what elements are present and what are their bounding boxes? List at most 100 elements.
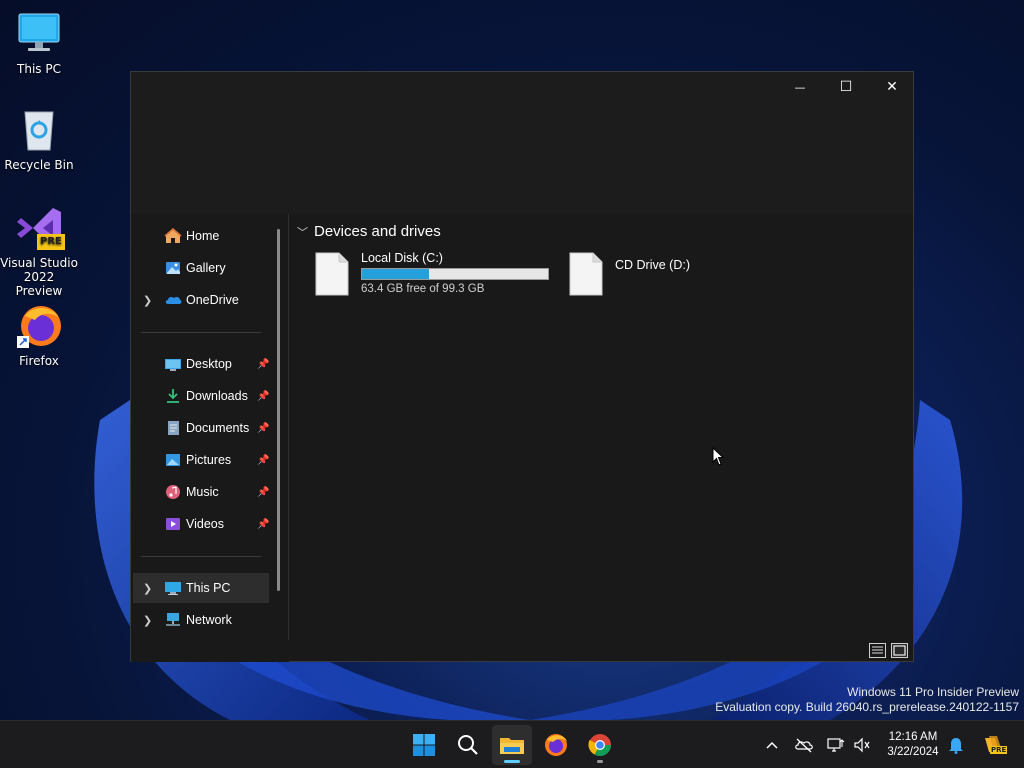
chevron-right-icon[interactable]: ❯: [143, 294, 153, 307]
evaluation-watermark: Windows 11 Pro Insider Preview Evaluatio…: [715, 685, 1019, 715]
drive-local-disk-c[interactable]: Local Disk (C:) 63.4 GB free of 99.3 GB: [315, 250, 555, 298]
active-indicator: [504, 760, 520, 763]
chevron-up-icon: [766, 741, 778, 749]
pane-splitter[interactable]: [288, 214, 289, 640]
nav-item-label: Desktop: [186, 357, 232, 371]
nav-item-desktop[interactable]: Desktop 📌: [133, 349, 269, 379]
home-icon: [164, 228, 182, 244]
nav-item-onedrive[interactable]: ❯ OneDrive: [133, 285, 269, 315]
navigation-pane: Home Gallery ❯ OneDrive Desktop 📌 Downlo…: [131, 214, 289, 662]
clock-date: 3/22/2024: [887, 746, 939, 758]
pin-icon[interactable]: 📌: [257, 359, 269, 370]
tiles-view-icon: [893, 645, 906, 656]
nav-item-gallery[interactable]: Gallery: [133, 253, 269, 283]
nav-item-label: This PC: [186, 581, 231, 595]
pin-icon[interactable]: 📌: [257, 487, 269, 498]
pin-icon[interactable]: 📌: [257, 519, 269, 530]
network-status-button[interactable]: [826, 735, 846, 755]
drive-cd-d[interactable]: CD Drive (D:): [569, 250, 739, 298]
chevron-right-icon[interactable]: ❯: [143, 582, 153, 595]
nav-divider: [141, 556, 261, 557]
tiles-view-button[interactable]: [891, 643, 908, 658]
desktop-icon-firefox[interactable]: Firefox: [0, 302, 78, 368]
chrome-taskbar-button[interactable]: [580, 725, 620, 765]
desktop-icon-label: Firefox: [19, 354, 59, 368]
maximize-icon: ☐: [839, 79, 853, 95]
chrome-icon: [588, 734, 611, 756]
details-view-icon: [872, 646, 883, 654]
taskbar: 12:16 AM 3/22/2024 PRE: [0, 720, 1024, 768]
dev-tray-button[interactable]: PRE: [980, 735, 1008, 755]
onedrive-offline-button[interactable]: [794, 735, 814, 755]
clock[interactable]: 12:16 AM 3/22/2024: [878, 730, 948, 760]
nav-scrollbar[interactable]: [277, 229, 280, 591]
nav-divider: [141, 332, 261, 333]
search-icon: [458, 735, 478, 755]
nav-item-videos[interactable]: Videos 📌: [133, 509, 269, 539]
nav-item-label: Music: [186, 485, 219, 499]
watermark-line-1: Windows 11 Pro Insider Preview: [847, 685, 1019, 699]
volume-button[interactable]: [852, 735, 872, 755]
content-pane: ﹀ Devices and drives Local Disk (C:) 63.…: [291, 214, 913, 640]
picture-icon: [164, 452, 182, 468]
chevron-right-icon[interactable]: ❯: [143, 614, 153, 627]
pin-icon[interactable]: 📌: [257, 391, 269, 402]
search-button[interactable]: [448, 725, 488, 765]
nav-item-pictures[interactable]: Pictures 📌: [133, 445, 269, 475]
nav-item-home[interactable]: Home: [133, 221, 269, 251]
preview-badge: PRE: [990, 746, 1008, 754]
details-view-button[interactable]: [869, 643, 886, 658]
running-indicator: [597, 760, 603, 763]
start-button[interactable]: [404, 725, 444, 765]
title-bar[interactable]: — ☐ ✕: [131, 72, 913, 214]
volume-muted-icon: [854, 737, 870, 753]
notifications-button[interactable]: [946, 735, 966, 755]
group-title: Devices and drives: [314, 223, 441, 240]
nav-item-downloads[interactable]: Downloads 📌: [133, 381, 269, 411]
desktop-icon-this-pc[interactable]: This PC: [0, 10, 78, 76]
chevron-down-icon[interactable]: ﹀: [297, 224, 308, 240]
clock-time: 12:16 AM: [888, 731, 938, 743]
drive-name: Local Disk (C:): [361, 251, 443, 265]
pin-icon[interactable]: 📌: [257, 455, 269, 466]
minimize-button[interactable]: —: [777, 72, 823, 102]
computer-icon: [164, 580, 182, 596]
desktop-icon-label: Recycle Bin: [4, 158, 74, 172]
nav-item-this-pc[interactable]: ❯ This PC: [133, 573, 269, 603]
nav-item-music[interactable]: Music 📌: [133, 477, 269, 507]
show-hidden-icons-button[interactable]: [762, 735, 782, 755]
nav-item-label: Network: [186, 613, 232, 627]
computer-icon: [15, 10, 63, 58]
nav-item-label: OneDrive: [186, 293, 239, 307]
bell-icon: [949, 738, 963, 754]
desktop-icon-visual-studio[interactable]: PRE Visual Studio 2022 Preview: [0, 204, 78, 298]
gallery-icon: [164, 260, 182, 276]
video-icon: [164, 516, 182, 532]
file-icon: [315, 252, 349, 296]
nav-item-label: Pictures: [186, 453, 232, 467]
desktop-icon-label: This PC: [17, 62, 61, 76]
cloud-icon: [164, 292, 182, 308]
maximize-button[interactable]: ☐: [823, 72, 869, 102]
recycle-bin-icon: [15, 106, 63, 154]
nav-item-label: Home: [186, 229, 220, 243]
nav-item-label: Videos: [186, 517, 224, 531]
minimize-icon: —: [794, 80, 806, 94]
music-icon: [164, 484, 182, 500]
close-button[interactable]: ✕: [869, 72, 915, 102]
group-header-devices[interactable]: ﹀ Devices and drives: [297, 223, 441, 240]
network-icon: [164, 612, 182, 628]
firefox-taskbar-button[interactable]: [536, 725, 576, 765]
file-explorer-window: — ☐ ✕ Home Gallery ❯ OneDrive Desktop 📌 …: [130, 71, 914, 662]
status-bar: [131, 640, 913, 662]
file-explorer-taskbar-button[interactable]: [492, 725, 532, 765]
document-icon: [164, 420, 182, 436]
download-icon: [164, 388, 182, 404]
drive-usage-bar: [361, 268, 549, 280]
nav-item-label: Documents: [186, 421, 250, 435]
nav-item-documents[interactable]: Documents 📌: [133, 413, 269, 443]
nav-item-network[interactable]: ❯ Network: [133, 605, 269, 635]
desktop-icon-recycle-bin[interactable]: Recycle Bin: [0, 106, 78, 172]
drive-usage-fill: [362, 269, 429, 279]
pin-icon[interactable]: 📌: [257, 423, 269, 434]
